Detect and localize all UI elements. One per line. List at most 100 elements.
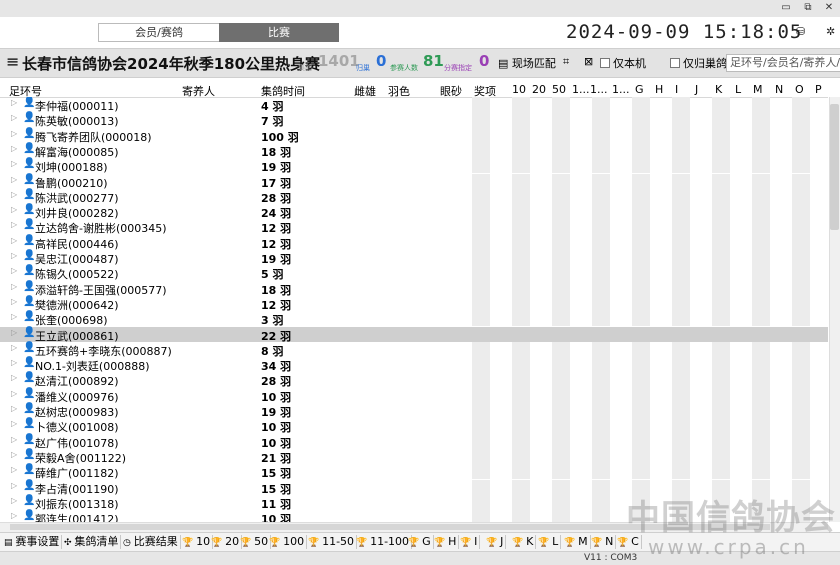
table-row[interactable]: ▷ 👤 樊德洲(000642) 12 羽: [0, 295, 828, 312]
expand-icon[interactable]: ▷: [11, 113, 17, 122]
column-header[interactable]: 1...: [572, 83, 590, 96]
column-header[interactable]: 10: [512, 83, 526, 96]
bottom-tab[interactable]: 🏆 K: [510, 535, 537, 549]
table-row[interactable]: ▷ 👤 陈锡久(000522) 5 羽: [0, 265, 828, 281]
expand-icon[interactable]: ▷: [11, 129, 17, 138]
column-header[interactable]: 1...: [612, 83, 630, 96]
expand-icon[interactable]: ▷: [11, 328, 17, 337]
local-only-checkbox[interactable]: 仅本机: [600, 55, 646, 71]
bottom-tab[interactable]: 🏆 M: [562, 535, 591, 549]
close-icon[interactable]: ✕: [819, 1, 839, 15]
column-header[interactable]: P: [815, 83, 822, 96]
bottom-tab[interactable]: 🏆 H: [432, 535, 460, 549]
table-row[interactable]: ▷ 👤 卜德义(001008) 10 羽: [0, 418, 828, 434]
expand-icon[interactable]: ▷: [11, 389, 17, 398]
table-row[interactable]: ▷ 👤 李仲福(000011) 4 羽: [0, 97, 828, 113]
table-row[interactable]: ▷ 👤 陈英敏(000013) 7 羽: [0, 112, 828, 128]
expand-icon[interactable]: ▷: [11, 175, 17, 184]
expand-icon[interactable]: ▷: [11, 343, 17, 352]
bottom-tab[interactable]: 🏆 11-100: [354, 535, 413, 549]
bottom-tab[interactable]: 🏆 G: [406, 535, 434, 549]
column-header[interactable]: H: [655, 83, 663, 96]
expand-icon[interactable]: ▷: [11, 282, 17, 291]
table-row[interactable]: ▷ 👤 赵清江(000892) 28 羽: [0, 372, 828, 388]
table-row[interactable]: ▷ 👤 陈洪武(000277) 28 羽: [0, 188, 828, 205]
expand-icon[interactable]: ▷: [11, 419, 17, 428]
table-row[interactable]: ▷ 👤 腾飞寄养团队(000018) 100 羽: [0, 127, 828, 144]
column-header[interactable]: O: [795, 83, 804, 96]
tab-race[interactable]: 比赛: [219, 23, 339, 42]
expand-icon[interactable]: ▷: [11, 511, 17, 520]
expand-icon[interactable]: ▷: [11, 358, 17, 367]
expand-icon[interactable]: ▷: [11, 159, 17, 168]
bottom-tab[interactable]: 🏆 100: [267, 535, 308, 549]
column-header[interactable]: 50: [552, 83, 566, 96]
gear-icon[interactable]: ✲: [826, 25, 835, 38]
table-row[interactable]: ▷ 👤 刘坤(000188) 19 羽: [0, 158, 828, 174]
table-row[interactable]: ▷ 👤 解富海(000085) 18 羽: [0, 142, 828, 159]
column-header[interactable]: 20: [532, 83, 546, 96]
column-header[interactable]: G: [635, 83, 644, 96]
bottom-tab[interactable]: 🏆 L: [536, 535, 562, 549]
expand-icon[interactable]: ▷: [11, 190, 17, 199]
expand-icon[interactable]: ▷: [11, 465, 17, 474]
table-row[interactable]: ▷ 👤 立达鸽舍-谢胜彬(000345) 12 羽: [0, 219, 828, 235]
column-shade: [472, 479, 490, 495]
expand-icon[interactable]: ▷: [11, 205, 17, 214]
bottom-tab[interactable]: 🏆 N: [589, 535, 617, 549]
column-header[interactable]: N: [775, 83, 783, 96]
column-header[interactable]: L: [735, 83, 741, 96]
expand-icon[interactable]: ▷: [11, 220, 17, 229]
expand-icon[interactable]: ▷: [11, 236, 17, 245]
expand-icon[interactable]: ▷: [11, 266, 17, 275]
site-match-button[interactable]: ▤ 现场匹配: [498, 55, 556, 71]
column-shade: [472, 418, 490, 434]
table-row[interactable]: ▷ 👤 五环赛鸽+李晓东(000887) 8 羽: [0, 341, 828, 358]
expand-icon[interactable]: ▷: [11, 144, 17, 153]
table-row[interactable]: ▷ 👤 潘维义(000976) 10 羽: [0, 387, 828, 404]
minimize-icon[interactable]: ▭: [776, 1, 796, 15]
table-row[interactable]: ▷ 👤 高祥民(000446) 12 羽: [0, 234, 828, 251]
table-row[interactable]: ▷ 👤 赵树忠(000983) 19 羽: [0, 403, 828, 419]
expand-icon[interactable]: ▷: [11, 435, 17, 444]
expand-icon[interactable]: ▷: [11, 496, 17, 505]
expand-icon[interactable]: ▷: [11, 297, 17, 306]
filter-icon[interactable]: ⊠: [584, 55, 593, 68]
bottom-tab[interactable]: 🏆 J: [484, 535, 507, 549]
bottom-tab[interactable]: ▤ 赛事设置: [2, 535, 63, 549]
search-input[interactable]: 足环号/会员名/寄养人/鸽: [726, 54, 840, 72]
expand-icon[interactable]: ▷: [11, 450, 17, 459]
table-row[interactable]: ▷ 👤 NO.1-刘表廷(000888) 34 羽: [0, 357, 828, 373]
vertical-scroll-thumb[interactable]: [830, 104, 839, 230]
table-row[interactable]: ▷ 👤 吴忠江(000487) 19 羽: [0, 250, 828, 266]
table-row[interactable]: ▷ 👤 王立武(000861) 22 羽: [0, 326, 828, 343]
database-icon[interactable]: ⛁: [796, 25, 805, 38]
bottom-tab[interactable]: 🏆 11-50: [306, 535, 358, 549]
expand-icon[interactable]: ▷: [11, 481, 17, 490]
table-row[interactable]: ▷ 👤 薛维广(001182) 15 羽: [0, 464, 828, 480]
column-header[interactable]: 1...: [590, 83, 608, 96]
expand-icon[interactable]: ▷: [11, 312, 17, 321]
bottom-tab[interactable]: 🏆 I: [458, 535, 481, 549]
expand-icon[interactable]: ▷: [11, 404, 17, 413]
table-row[interactable]: ▷ 👤 荣毅A舍(001122) 21 羽: [0, 448, 828, 465]
bottom-tab[interactable]: ✣ 集鸽清单: [62, 535, 122, 549]
table-row[interactable]: ▷ 👤 张奎(000698) 3 羽: [0, 311, 828, 327]
returned-only-checkbox[interactable]: 仅归巢鸽: [670, 55, 727, 71]
table-row[interactable]: ▷ 👤 刘井良(000282) 24 羽: [0, 204, 828, 220]
expand-icon[interactable]: ▷: [11, 251, 17, 260]
column-header[interactable]: I: [675, 83, 678, 96]
column-header[interactable]: K: [715, 83, 722, 96]
expand-icon[interactable]: ▷: [11, 373, 17, 382]
bottom-tab[interactable]: ◷ 比赛结果: [121, 535, 181, 549]
restore-icon[interactable]: ⧉: [798, 1, 818, 15]
table-row[interactable]: ▷ 👤 赵广伟(001078) 10 羽: [0, 433, 828, 450]
menu-icon[interactable]: ≡: [6, 52, 19, 71]
table-row[interactable]: ▷ 👤 鲁鹏(000210) 17 羽: [0, 173, 828, 190]
table-row[interactable]: ▷ 👤 添溢轩鸽-王国强(000577) 18 羽: [0, 280, 828, 297]
column-header[interactable]: M: [753, 83, 763, 96]
scan-icon[interactable]: ⌗: [563, 55, 569, 69]
tab-member-pigeon[interactable]: 会员/赛鸽: [98, 23, 220, 42]
column-header[interactable]: J: [695, 83, 698, 96]
expand-icon[interactable]: ▷: [11, 98, 17, 107]
